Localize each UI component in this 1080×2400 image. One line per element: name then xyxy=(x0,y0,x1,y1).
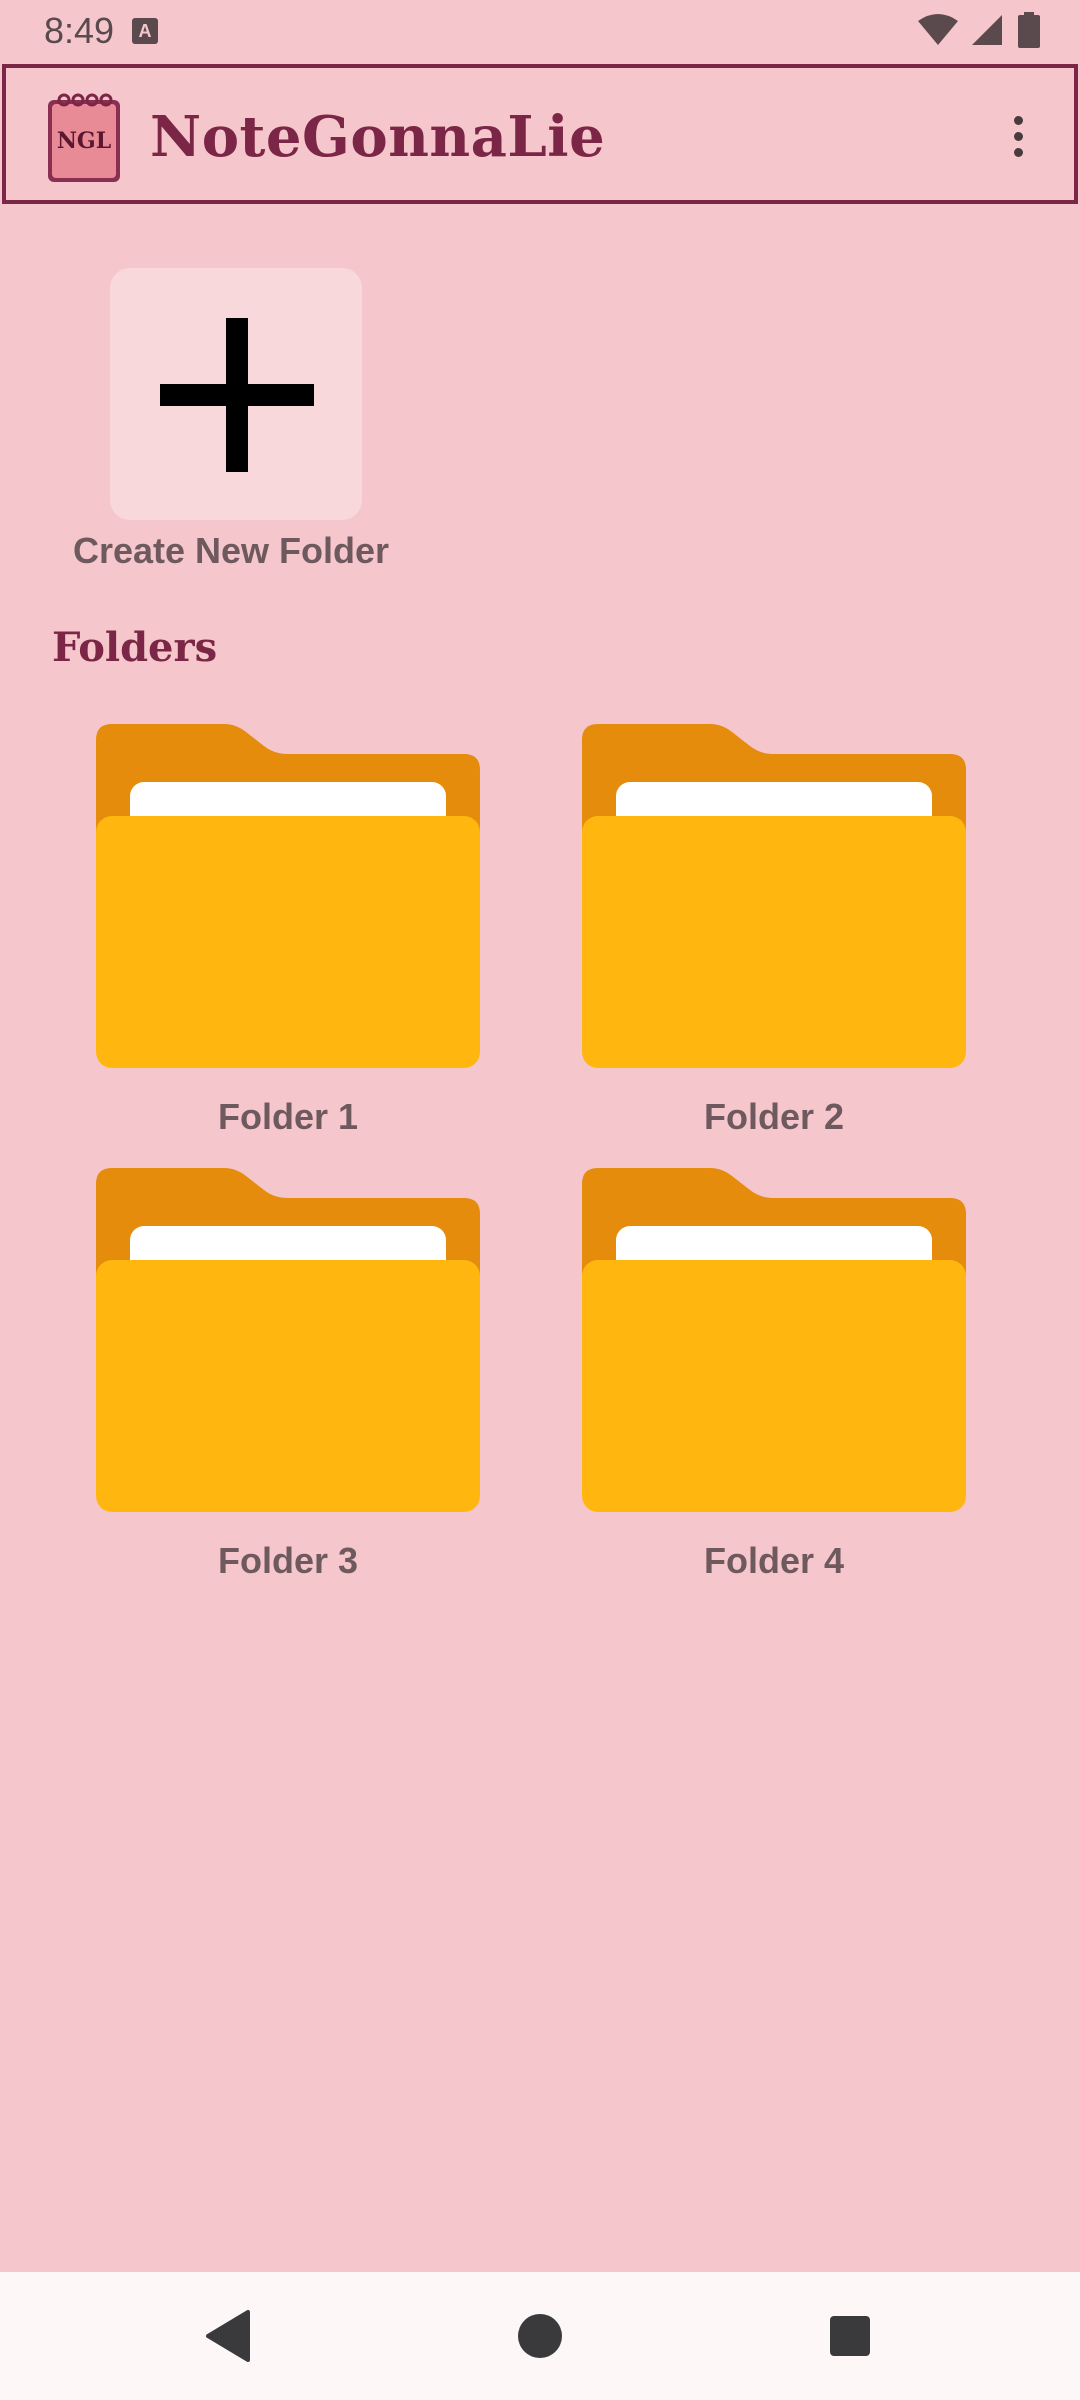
folder-icon xyxy=(96,724,480,1068)
status-icons xyxy=(918,12,1040,48)
create-folder-label[interactable]: Create New Folder xyxy=(0,530,462,572)
signal-icon xyxy=(972,15,1002,45)
create-folder-button[interactable] xyxy=(110,268,362,520)
folder-label: Folder 2 xyxy=(703,1096,845,1137)
menu-dot xyxy=(1013,147,1023,157)
keyboard-a-icon: A xyxy=(132,18,158,44)
folder-label: Folder 4 xyxy=(703,1540,845,1581)
folder-label: Folder 1 xyxy=(217,1096,359,1137)
menu-dot xyxy=(1013,115,1023,125)
folder-item[interactable]: Folder 1 xyxy=(96,724,480,1154)
folder-item[interactable]: Folder 4 xyxy=(582,1168,966,1598)
app-logo-icon: NGL xyxy=(48,93,120,182)
battery-icon xyxy=(1018,12,1040,48)
folder-icon xyxy=(582,1168,966,1512)
app-title: NoteGonnaLie xyxy=(150,104,606,170)
status-time: 8:49 xyxy=(44,10,115,51)
folder-item[interactable]: Folder 2 xyxy=(582,724,966,1154)
more-vert-icon[interactable] xyxy=(998,108,1038,164)
home-icon[interactable] xyxy=(504,2300,576,2372)
svg-text:NGL: NGL xyxy=(57,128,111,154)
folder-item[interactable]: Folder 3 xyxy=(96,1168,480,1598)
recents-icon[interactable] xyxy=(814,2300,886,2372)
status-bar: 8:49 A xyxy=(0,0,1080,62)
folders-heading: Folders xyxy=(52,624,218,671)
back-icon[interactable] xyxy=(194,2300,266,2372)
app-bar: NGL NoteGonnaLie xyxy=(2,64,1078,204)
plus-icon xyxy=(160,384,314,406)
menu-dot xyxy=(1013,131,1023,141)
folder-label: Folder 3 xyxy=(217,1540,359,1581)
folder-icon xyxy=(582,724,966,1068)
system-nav-bar xyxy=(0,2272,1080,2400)
wifi-icon xyxy=(918,14,958,45)
folder-icon xyxy=(96,1168,480,1512)
